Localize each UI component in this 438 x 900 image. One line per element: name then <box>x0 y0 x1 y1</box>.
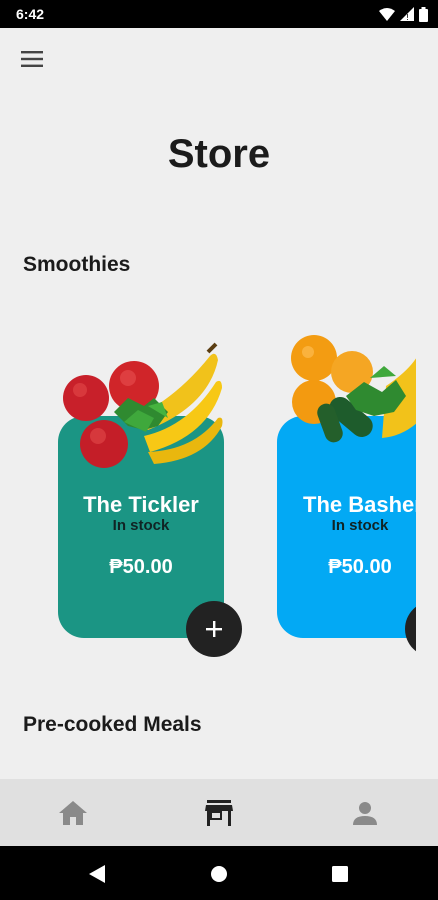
status-bar: 6:42 ! <box>0 0 438 28</box>
section-title-smoothies: Smoothies <box>23 253 131 276</box>
nav-profile[interactable] <box>349 797 381 829</box>
svg-text:!: ! <box>406 13 409 21</box>
system-back-button[interactable] <box>86 863 108 885</box>
product-name: The Tickler <box>83 492 199 517</box>
product-price: ₱50.00 <box>328 556 392 578</box>
smoothies-carousel[interactable]: The Tickler In stock ₱50.00 The Basher I… <box>0 320 416 670</box>
apple-banana-icon <box>63 342 223 468</box>
person-icon <box>353 802 377 825</box>
home-icon <box>59 801 87 825</box>
status-icons: ! <box>379 6 428 22</box>
bottom-navigation <box>0 779 438 846</box>
menu-button[interactable] <box>18 46 46 72</box>
plus-icon <box>206 621 222 637</box>
system-home-button[interactable] <box>208 863 230 885</box>
nav-home[interactable] <box>57 797 89 829</box>
status-time: 6:42 <box>16 6 45 22</box>
product-price: ₱50.00 <box>109 556 173 578</box>
battery-icon <box>419 6 428 22</box>
hamburger-menu-icon <box>21 51 43 67</box>
system-recents-button[interactable] <box>329 863 351 885</box>
orange-cucumber-icon <box>291 335 416 443</box>
nav-store[interactable] <box>203 797 235 829</box>
home-circle-icon <box>211 866 227 882</box>
signal-icon: ! <box>400 7 414 21</box>
section-title-pre-cooked-meals: Pre-cooked Meals <box>23 713 202 736</box>
recents-square-icon <box>332 866 348 882</box>
product-stock: In stock <box>331 517 389 534</box>
wifi-icon <box>379 8 395 21</box>
add-to-cart-button[interactable] <box>186 601 242 657</box>
product-stock: In stock <box>112 517 170 534</box>
store-icon <box>205 800 233 826</box>
back-triangle-icon <box>89 865 105 883</box>
system-navigation-bar <box>0 846 438 900</box>
page-title: Store <box>167 132 271 176</box>
product-name: The Basher <box>303 492 416 517</box>
